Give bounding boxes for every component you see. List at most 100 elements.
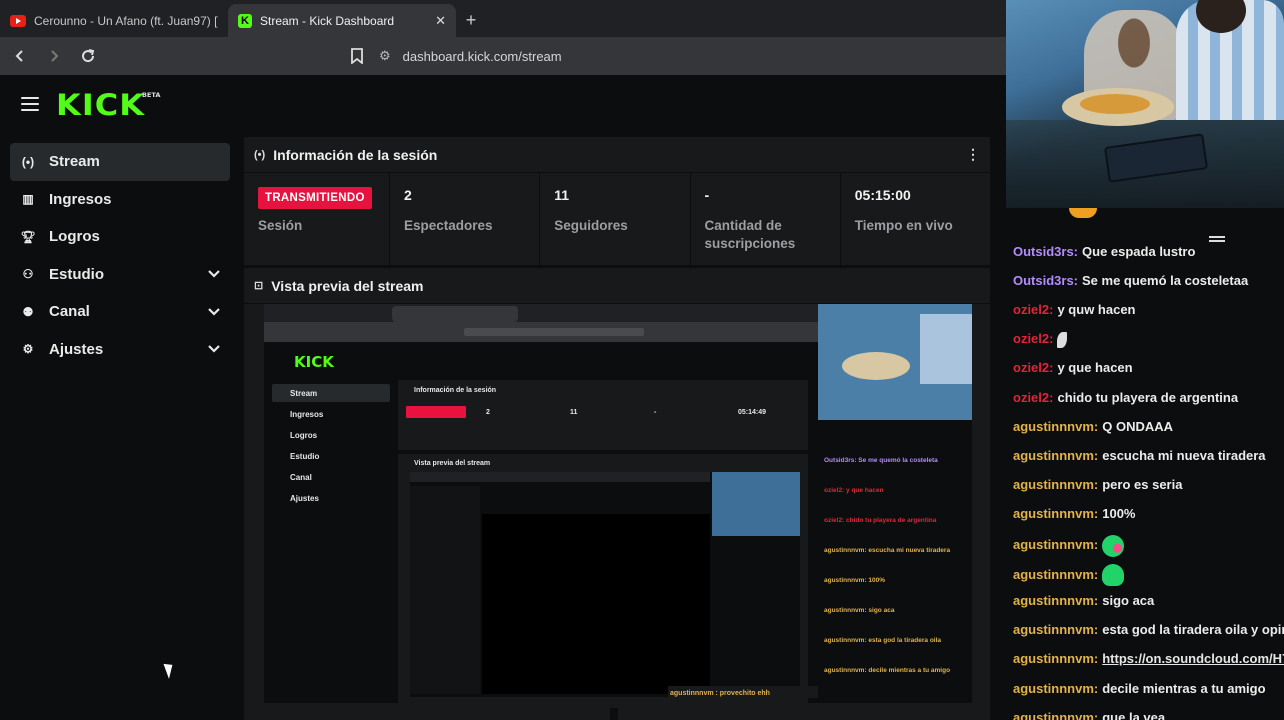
sidebar-item-canal[interactable]: ⚉ Canal — [10, 293, 230, 331]
svg-text:05:14:49: 05:14:49 — [738, 409, 766, 416]
green-ghost-emote — [1102, 564, 1125, 587]
chat-text: Que espada lustro — [1082, 244, 1196, 259]
sidebar-item-label: Logros — [49, 228, 100, 246]
address-bar[interactable]: ⚙ dashboard.kick.com/stream — [379, 42, 1006, 70]
more-options-icon[interactable]: ⋮ — [966, 146, 980, 163]
browser-tab-youtube[interactable]: Cerounno - Un Afano (ft. Juan97) [Vi — [0, 4, 228, 37]
forward-button[interactable] — [40, 42, 68, 70]
browser-toolbar: ⚙ dashboard.kick.com/stream — [0, 37, 1006, 75]
chat-username[interactable]: agustinnnvm: — [1013, 477, 1098, 492]
chat-message: agustinnnvm: que la vea — [1013, 710, 1165, 720]
chat-text: esta god la tiradera oila y opina — [1102, 622, 1284, 638]
scroll-to-bottom-icon[interactable] — [1209, 236, 1225, 248]
live-status-badge: TRANSMITIENDO — [258, 187, 372, 209]
stat-followers: 11 Seguidores — [540, 173, 691, 265]
kick-logo[interactable]: KICK BETA — [56, 88, 161, 122]
new-tab-button[interactable]: + — [456, 4, 486, 37]
svg-text:Ingresos: Ingresos — [290, 410, 324, 419]
chat-username[interactable]: agustinnnvm: — [1013, 622, 1098, 637]
stat-value: 11 — [554, 187, 570, 203]
chat-message: agustinnnvm: sigo aca — [1013, 593, 1154, 608]
chat-username[interactable]: Outsid3rs: — [1013, 244, 1078, 259]
reload-button[interactable] — [74, 42, 102, 70]
gear-icon: ⚙ — [22, 342, 34, 357]
browser-tab-kick[interactable]: K Stream - Kick Dashboard ✕ — [228, 4, 456, 37]
chat-message: Outsid3rs: Se me quemó la costeletaa — [1013, 273, 1248, 288]
stat-live-time: 05:15:00 Tiempo en vivo — [841, 173, 990, 265]
chat-message: oziel2: chido tu playera de argentina — [1013, 390, 1238, 405]
sidebar-item-ingresos[interactable]: ▥ Ingresos — [10, 181, 230, 219]
stream-preview-video[interactable]: KICK Stream Ingresos Logros Estudio Canal Aj… — [264, 304, 972, 703]
chat-text: sigo aca — [1102, 593, 1155, 609]
svg-text:Stream: Stream — [290, 389, 317, 398]
chat-username[interactable]: agustinnnvm: — [1013, 448, 1098, 463]
sidebar-item-stream[interactable]: (•) Stream — [10, 143, 230, 181]
site-settings-icon[interactable]: ⚙ — [379, 48, 391, 64]
chat-username[interactable]: agustinnnvm: — [1013, 710, 1098, 720]
mouse-cursor — [163, 661, 177, 679]
chat-username[interactable]: oziel2: — [1013, 360, 1053, 375]
stat-label: Seguidores — [554, 218, 628, 233]
chat-message: oziel2: y quw hacen — [1013, 302, 1136, 317]
recursive-dashboard-capture: KICK Stream Ingresos Logros Estudio Canal Aj… — [264, 304, 972, 703]
chat-username[interactable]: agustinnnvm: — [1013, 681, 1098, 696]
svg-text:Logros: Logros — [290, 431, 318, 440]
emote — [1069, 208, 1097, 218]
session-stats: TRANSMITIENDO Sesión 2 Espectadores 11 S… — [244, 173, 990, 265]
chat-username[interactable]: agustinnnvm: — [1013, 537, 1098, 552]
stream-preview-header: ⊡ Vista previa del stream — [244, 268, 990, 304]
chevron-down-icon[interactable] — [207, 305, 221, 319]
back-button[interactable] — [6, 42, 34, 70]
chat-username[interactable]: Outsid3rs: — [1013, 273, 1078, 288]
studio-icon: ⚇ — [22, 267, 34, 282]
svg-text:11: 11 — [570, 409, 578, 416]
chat-text: 100% — [1102, 505, 1136, 521]
chat-username[interactable]: oziel2: — [1013, 331, 1053, 346]
chat-text: chido tu playera de argentina — [1057, 389, 1239, 405]
chat-username[interactable]: agustinnnvm: — [1013, 593, 1098, 608]
green-blob-emote — [1102, 535, 1125, 557]
chat-username[interactable]: oziel2: — [1013, 390, 1053, 405]
stat-value: - — [704, 187, 710, 203]
chat-username[interactable]: agustinnnvm: — [1013, 506, 1098, 521]
chat-username[interactable]: agustinnnvm: — [1013, 419, 1098, 434]
chat-message: agustinnnvm: decile mientras a tu amigo — [1013, 681, 1266, 696]
svg-text:Ajustes: Ajustes — [290, 494, 319, 503]
chevron-down-icon[interactable] — [207, 267, 221, 281]
youtube-icon — [10, 14, 26, 27]
chat-message: agustinnnvm: Q ONDAAA — [1013, 419, 1173, 434]
kick-icon: K — [238, 13, 252, 28]
sidebar: (•) Stream ▥ Ingresos 🏆︎ Logros ⚇ Estudi… — [10, 143, 230, 368]
chat-username[interactable]: agustinnnvm: — [1013, 567, 1098, 582]
menu-icon[interactable] — [21, 97, 39, 111]
chevron-down-icon[interactable] — [207, 342, 221, 356]
chat-username[interactable]: oziel2: — [1013, 302, 1053, 317]
kick-dashboard: KICK BETA (•) Stream ▥ Ingresos 🏆︎ Logros… — [0, 75, 1006, 720]
sidebar-item-label: Ajustes — [49, 340, 104, 358]
chat-panel: Outsid3rs: Que espada lustro Outsid3rs: Se … — [995, 208, 1284, 720]
panel-title: Vista previa del stream — [271, 277, 424, 294]
chat-username[interactable]: agustinnnvm: — [1013, 651, 1098, 666]
sidebar-item-estudio[interactable]: ⚇ Estudio — [10, 256, 230, 294]
svg-text:Información de la sesión: Información de la sesión — [414, 387, 496, 394]
chat-link[interactable]: https://on.soundcloud.com/H75V — [1102, 651, 1284, 666]
session-info-panel: (•) Información de la sesión ⋮ TRANSMITI… — [244, 137, 990, 265]
sidebar-item-ajustes[interactable]: ⚙ Ajustes — [10, 331, 230, 369]
stat-subscriptions: - Cantidad de suscripciones — [691, 173, 841, 265]
chat-message: agustinnnvm: — [1013, 564, 1125, 587]
bookmark-button[interactable] — [347, 46, 367, 66]
chat-text: que la vea — [1102, 709, 1166, 720]
session-info-header: (•) Información de la sesión ⋮ — [244, 137, 990, 173]
address-url: dashboard.kick.com/stream — [402, 48, 562, 64]
svg-text:agustinnnvm: esta god la tirad: agustinnnvm: esta god la tiradera oila — [824, 637, 941, 644]
chat-text: y que hacen — [1057, 360, 1133, 376]
feather-emote — [1057, 331, 1068, 348]
chat-text: Q ONDAAA — [1102, 418, 1174, 434]
svg-text:agustinnnvm : provechito ehh: agustinnnvm : provechito ehh — [670, 690, 770, 697]
stat-label: Espectadores — [404, 218, 493, 233]
chat-text: decile mientras a tu amigo — [1102, 680, 1266, 696]
sidebar-item-logros[interactable]: 🏆︎ Logros — [10, 218, 230, 256]
close-tab-icon[interactable]: ✕ — [435, 13, 446, 29]
stat-label: Sesión — [258, 218, 303, 233]
chat-message: oziel2: y que hacen — [1013, 360, 1133, 375]
